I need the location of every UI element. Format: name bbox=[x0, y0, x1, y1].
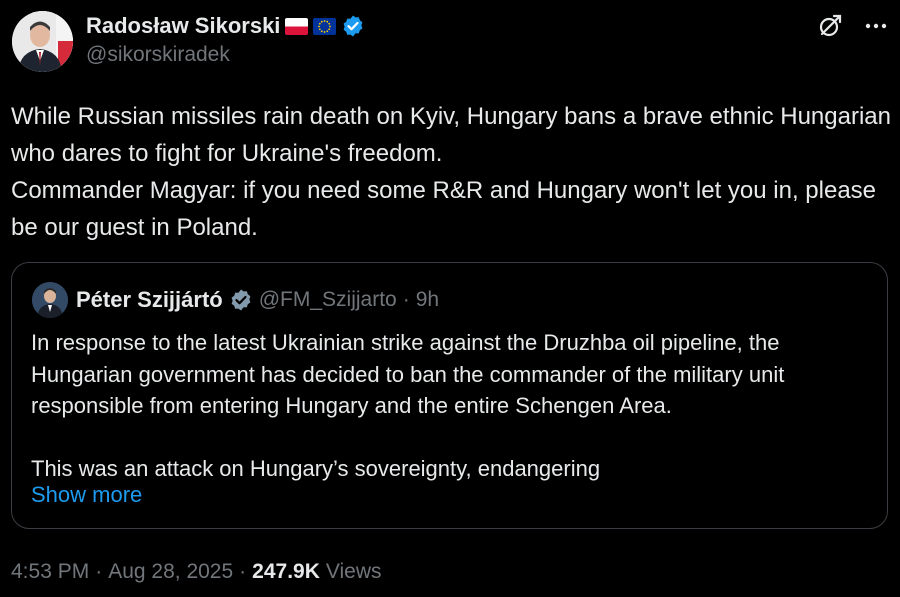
tweet-time[interactable]: 4:53 PM bbox=[11, 560, 89, 584]
author-avatar[interactable] bbox=[12, 11, 73, 72]
author-name-row: Radosław Sikorski bbox=[86, 10, 365, 42]
quoted-time: 9h bbox=[415, 288, 440, 311]
quoted-tweet-text: In response to the latest Ukrainian stri… bbox=[31, 330, 785, 481]
show-more-link[interactable]: Show more bbox=[31, 482, 142, 508]
tweet-text: While Russian missiles rain death on Kyi… bbox=[11, 103, 891, 241]
views-label: Views bbox=[325, 560, 382, 583]
eu-flag-icon bbox=[313, 17, 337, 35]
tweet-date[interactable]: Aug 28, 2025 bbox=[108, 560, 233, 584]
verified-badge-icon[interactable] bbox=[341, 14, 365, 38]
grok-icon[interactable] bbox=[816, 12, 844, 40]
quoted-author-avatar bbox=[32, 282, 68, 318]
meta-separator: · bbox=[95, 560, 103, 583]
tweet-meta: 4:53 PM · Aug 28, 2025 · 247.9K Views bbox=[11, 560, 382, 584]
tweet-actions-top bbox=[816, 12, 890, 40]
meta-separator: · bbox=[239, 560, 247, 583]
quoted-author-name: Péter Szijjártó bbox=[76, 287, 223, 312]
author-handle[interactable]: @sikorskiradek bbox=[86, 43, 230, 67]
author-display-name[interactable]: Radosław Sikorski bbox=[86, 13, 280, 39]
views-count: 247.9K bbox=[252, 560, 320, 583]
quoted-verified-badge-icon bbox=[229, 288, 253, 312]
quoted-tweet-card[interactable]: Péter Szijjártó @FM_Szijjarto · 9h In re… bbox=[11, 262, 888, 529]
quoted-tweet-header: Péter Szijjártó @FM_Szijjarto · 9h bbox=[32, 282, 439, 318]
poland-flag-icon bbox=[285, 17, 309, 35]
quoted-author-handle: @FM_Szijjarto bbox=[258, 288, 397, 311]
more-icon[interactable] bbox=[862, 12, 890, 40]
quoted-separator: · bbox=[402, 288, 410, 311]
